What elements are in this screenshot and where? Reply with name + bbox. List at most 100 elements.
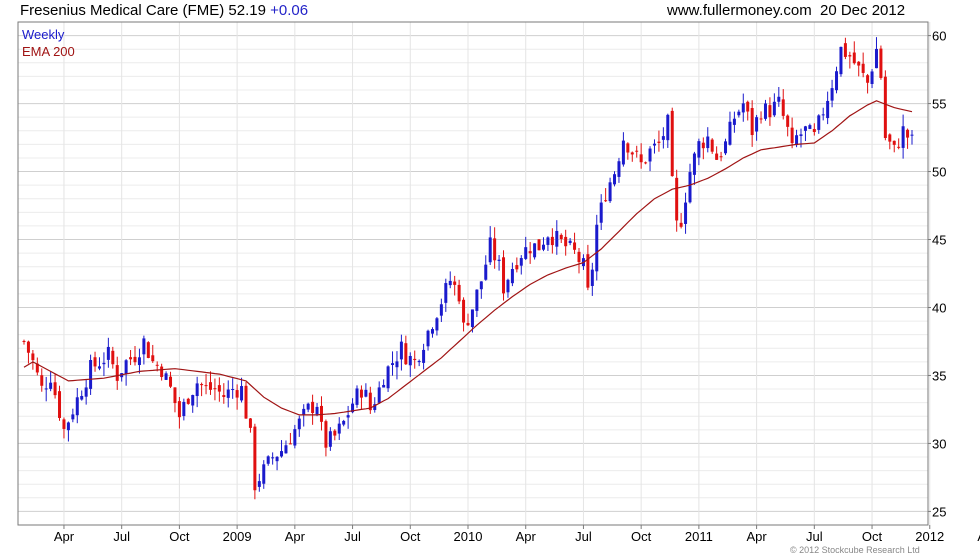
candle-body	[546, 237, 550, 245]
candle-body	[31, 353, 35, 361]
candle-body	[115, 365, 119, 381]
candle-body	[630, 152, 634, 155]
candle-body	[204, 385, 208, 387]
candle-body	[568, 240, 572, 244]
candle-body	[346, 415, 350, 418]
candle-body	[355, 388, 359, 405]
candle-body	[732, 118, 736, 125]
x-tick-label: Oct	[400, 529, 421, 544]
candle-body	[666, 114, 670, 141]
x-tick-label: Jul	[575, 529, 592, 544]
candle-body	[342, 420, 346, 425]
candle-body	[710, 139, 714, 152]
candle-body	[244, 385, 248, 419]
copyright-credit: © 2012 Stockcube Research Ltd	[790, 545, 920, 555]
candle-body	[524, 247, 528, 259]
candle-body	[746, 101, 750, 112]
candle-body	[49, 382, 53, 389]
candle-body	[75, 397, 79, 416]
candle-body	[448, 280, 452, 286]
chart-date: 20 Dec 2012	[820, 2, 906, 19]
candle-body	[177, 401, 181, 418]
legend-weekly: Weekly	[22, 27, 65, 42]
candle-body	[590, 269, 594, 286]
candle-body	[519, 258, 523, 266]
candle-body	[386, 366, 390, 389]
candle-body	[26, 341, 30, 353]
candle-body	[701, 142, 705, 149]
candle-body	[382, 384, 386, 388]
candle-body	[133, 356, 137, 363]
candle-body	[799, 134, 803, 136]
candle-body	[870, 71, 874, 84]
candle-body	[786, 115, 790, 127]
candle-body	[772, 101, 776, 116]
candle-body	[817, 115, 821, 130]
y-tick-label: 35	[932, 368, 946, 383]
candle-body	[66, 422, 70, 431]
candle-body	[106, 346, 110, 360]
candle-body	[839, 46, 843, 75]
candle-body	[830, 88, 834, 101]
candle-body	[608, 182, 612, 202]
y-tick-label: 45	[932, 233, 946, 248]
x-tick-label: Apr	[746, 529, 767, 544]
candle-body	[439, 304, 443, 316]
candle-body	[395, 361, 399, 368]
candle-body	[470, 309, 474, 327]
candle-body	[213, 388, 217, 390]
candle-body	[737, 111, 741, 116]
x-tick-label: Oct	[862, 529, 883, 544]
candle-body	[812, 129, 816, 133]
candle-body	[422, 349, 426, 363]
candle-body	[231, 389, 235, 391]
candle-body	[515, 265, 519, 270]
candle-body	[493, 238, 497, 261]
candle-body	[741, 103, 745, 113]
candle-body	[706, 136, 710, 149]
candle-body	[897, 146, 901, 148]
chart-title: Fresenius Medical Care (FME) 52.19 +0.06	[20, 2, 308, 19]
candle-body	[160, 366, 164, 377]
candle-body	[248, 418, 252, 428]
candle-body	[910, 134, 914, 136]
candle-body	[644, 162, 648, 164]
candle-body	[93, 357, 97, 367]
candle-body	[826, 100, 830, 119]
x-tick-label: Oct	[631, 529, 652, 544]
candle-body	[892, 140, 896, 145]
candle-body	[750, 108, 754, 136]
candle-body	[417, 360, 421, 363]
candle-body	[599, 202, 603, 223]
candle-body	[404, 343, 408, 365]
candle-body	[413, 358, 417, 361]
candle-body	[537, 239, 541, 251]
candle-body	[40, 375, 44, 386]
title-text: Fresenius Medical Care (FME) 52.19	[20, 2, 266, 19]
candle-body	[479, 281, 483, 290]
candle-body	[444, 283, 448, 303]
candle-body	[821, 114, 825, 116]
candle-body	[324, 421, 328, 448]
candle-body	[426, 330, 430, 347]
candle-body	[564, 236, 568, 247]
y-tick-label: 55	[932, 97, 946, 112]
candle-body	[169, 376, 173, 387]
candle-body	[222, 395, 226, 397]
candle-body	[302, 408, 306, 415]
candle-body	[53, 382, 57, 396]
candle-body	[555, 230, 559, 247]
candle-body	[679, 222, 683, 227]
candle-body	[808, 125, 812, 129]
candle-body	[617, 161, 621, 177]
candle-body	[724, 141, 728, 154]
website-label[interactable]: www.fullermoney.com	[667, 2, 812, 19]
candle-body	[502, 257, 506, 294]
y-tick-label: 50	[932, 165, 946, 180]
candle-body	[453, 281, 457, 285]
candle-body	[857, 61, 861, 66]
candle-body	[297, 418, 301, 430]
candle-body	[510, 268, 514, 284]
candle-body	[715, 153, 719, 160]
candle-body	[208, 382, 212, 390]
